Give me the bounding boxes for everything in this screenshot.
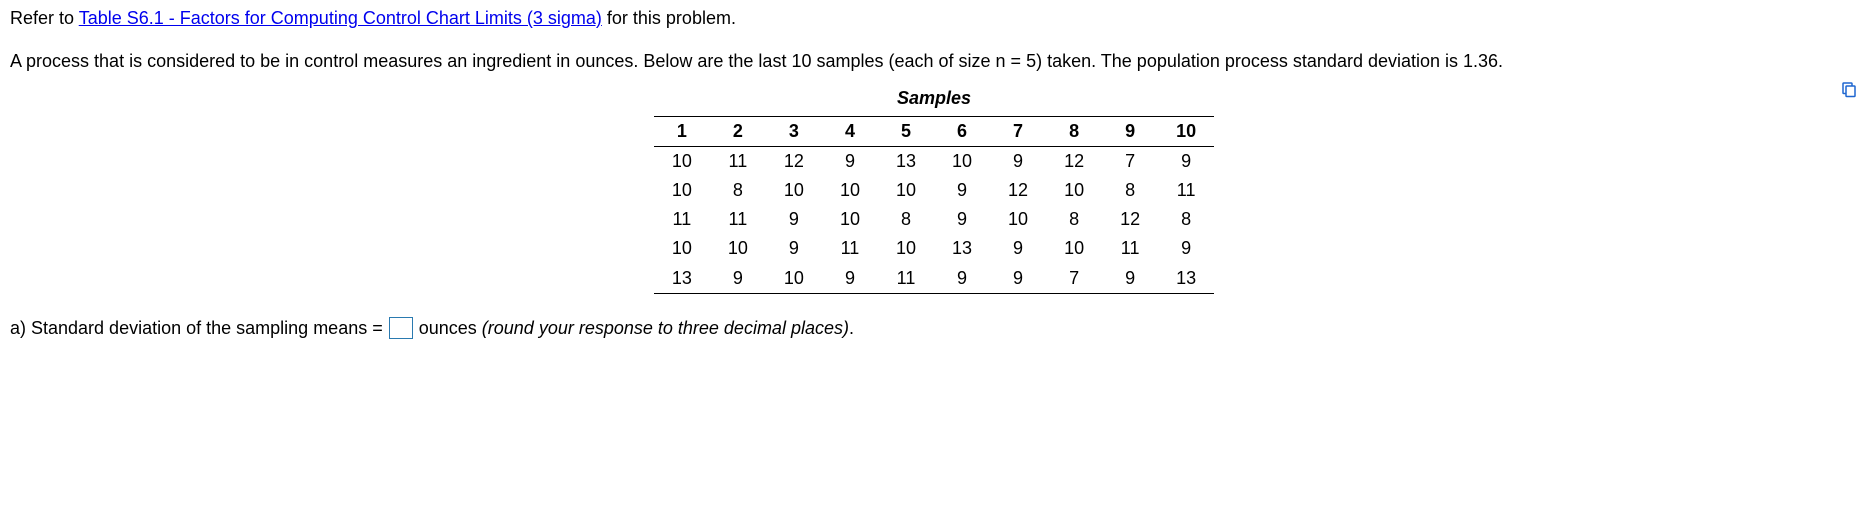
table-caption: Samples [654,86,1214,115]
intro-suffix: for this problem. [602,8,736,28]
data-cell: 11 [710,146,766,176]
data-cell: 8 [1158,205,1214,234]
data-cell: 11 [654,205,710,234]
data-cell: 13 [654,264,710,294]
data-cell: 11 [878,264,934,294]
header-cell: 10 [1158,116,1214,146]
rounding-hint: (round your response to three decimal pl… [482,318,849,338]
data-cell: 13 [1158,264,1214,294]
samples-table-container: Samples 1 2 3 4 5 6 7 8 9 10 10 [10,86,1858,293]
table-reference-link[interactable]: Table S6.1 - Factors for Computing Contr… [79,8,602,28]
header-cell: 1 [654,116,710,146]
data-cell: 12 [766,146,822,176]
data-cell: 9 [990,264,1046,294]
sentence-end: . [849,318,854,338]
data-cell: 10 [822,176,878,205]
data-cell: 9 [822,264,878,294]
data-cell: 10 [934,146,990,176]
data-cell: 10 [878,176,934,205]
header-cell: 7 [990,116,1046,146]
data-cell: 10 [1046,176,1102,205]
data-cell: 9 [990,234,1046,263]
header-cell: 9 [1102,116,1158,146]
std-dev-input[interactable] [389,317,413,339]
data-cell: 9 [766,234,822,263]
data-cell: 9 [934,264,990,294]
data-cell: 9 [1158,234,1214,263]
data-cell: 8 [1102,176,1158,205]
data-cell: 8 [1046,205,1102,234]
data-cell: 9 [710,264,766,294]
header-cell: 8 [1046,116,1102,146]
header-cell: 6 [934,116,990,146]
data-cell: 9 [1102,264,1158,294]
data-cell: 9 [822,146,878,176]
data-cell: 7 [1046,264,1102,294]
problem-statement: A process that is considered to be in co… [10,49,1858,74]
question-a-label: a) Standard deviation of the sampling me… [10,316,383,341]
data-cell: 8 [710,176,766,205]
data-cell: 9 [934,176,990,205]
data-cell: 9 [934,205,990,234]
data-cell: 10 [766,176,822,205]
table-row: 10 11 12 9 13 10 9 12 7 9 [654,146,1214,176]
header-cell: 4 [822,116,878,146]
table-row: 11 11 9 10 8 9 10 8 12 8 [654,205,1214,234]
intro-line: Refer to Table S6.1 - Factors for Comput… [10,6,1858,31]
data-cell: 10 [710,234,766,263]
table-row: 10 8 10 10 10 9 12 10 8 11 [654,176,1214,205]
samples-table: Samples 1 2 3 4 5 6 7 8 9 10 10 [654,86,1214,293]
data-cell: 8 [878,205,934,234]
data-cell: 10 [878,234,934,263]
data-cell: 9 [766,205,822,234]
header-cell: 2 [710,116,766,146]
data-cell: 10 [990,205,1046,234]
data-cell: 11 [822,234,878,263]
data-cell: 9 [990,146,1046,176]
copy-icon[interactable] [1840,80,1858,105]
data-cell: 7 [1102,146,1158,176]
data-cell: 13 [934,234,990,263]
table-header-row: 1 2 3 4 5 6 7 8 9 10 [654,116,1214,146]
data-cell: 10 [654,234,710,263]
table-row: 13 9 10 9 11 9 9 7 9 13 [654,264,1214,294]
data-cell: 10 [822,205,878,234]
data-cell: 12 [990,176,1046,205]
data-cell: 9 [1158,146,1214,176]
data-cell: 13 [878,146,934,176]
data-cell: 10 [766,264,822,294]
data-cell: 11 [1158,176,1214,205]
table-row: 10 10 9 11 10 13 9 10 11 9 [654,234,1214,263]
data-cell: 10 [654,176,710,205]
data-cell: 10 [1046,234,1102,263]
units-label: ounces [419,318,482,338]
header-cell: 3 [766,116,822,146]
intro-prefix: Refer to [10,8,79,28]
question-a-row: a) Standard deviation of the sampling me… [10,316,1858,341]
data-cell: 11 [710,205,766,234]
data-cell: 12 [1102,205,1158,234]
data-cell: 10 [654,146,710,176]
data-cell: 11 [1102,234,1158,263]
header-cell: 5 [878,116,934,146]
data-cell: 12 [1046,146,1102,176]
